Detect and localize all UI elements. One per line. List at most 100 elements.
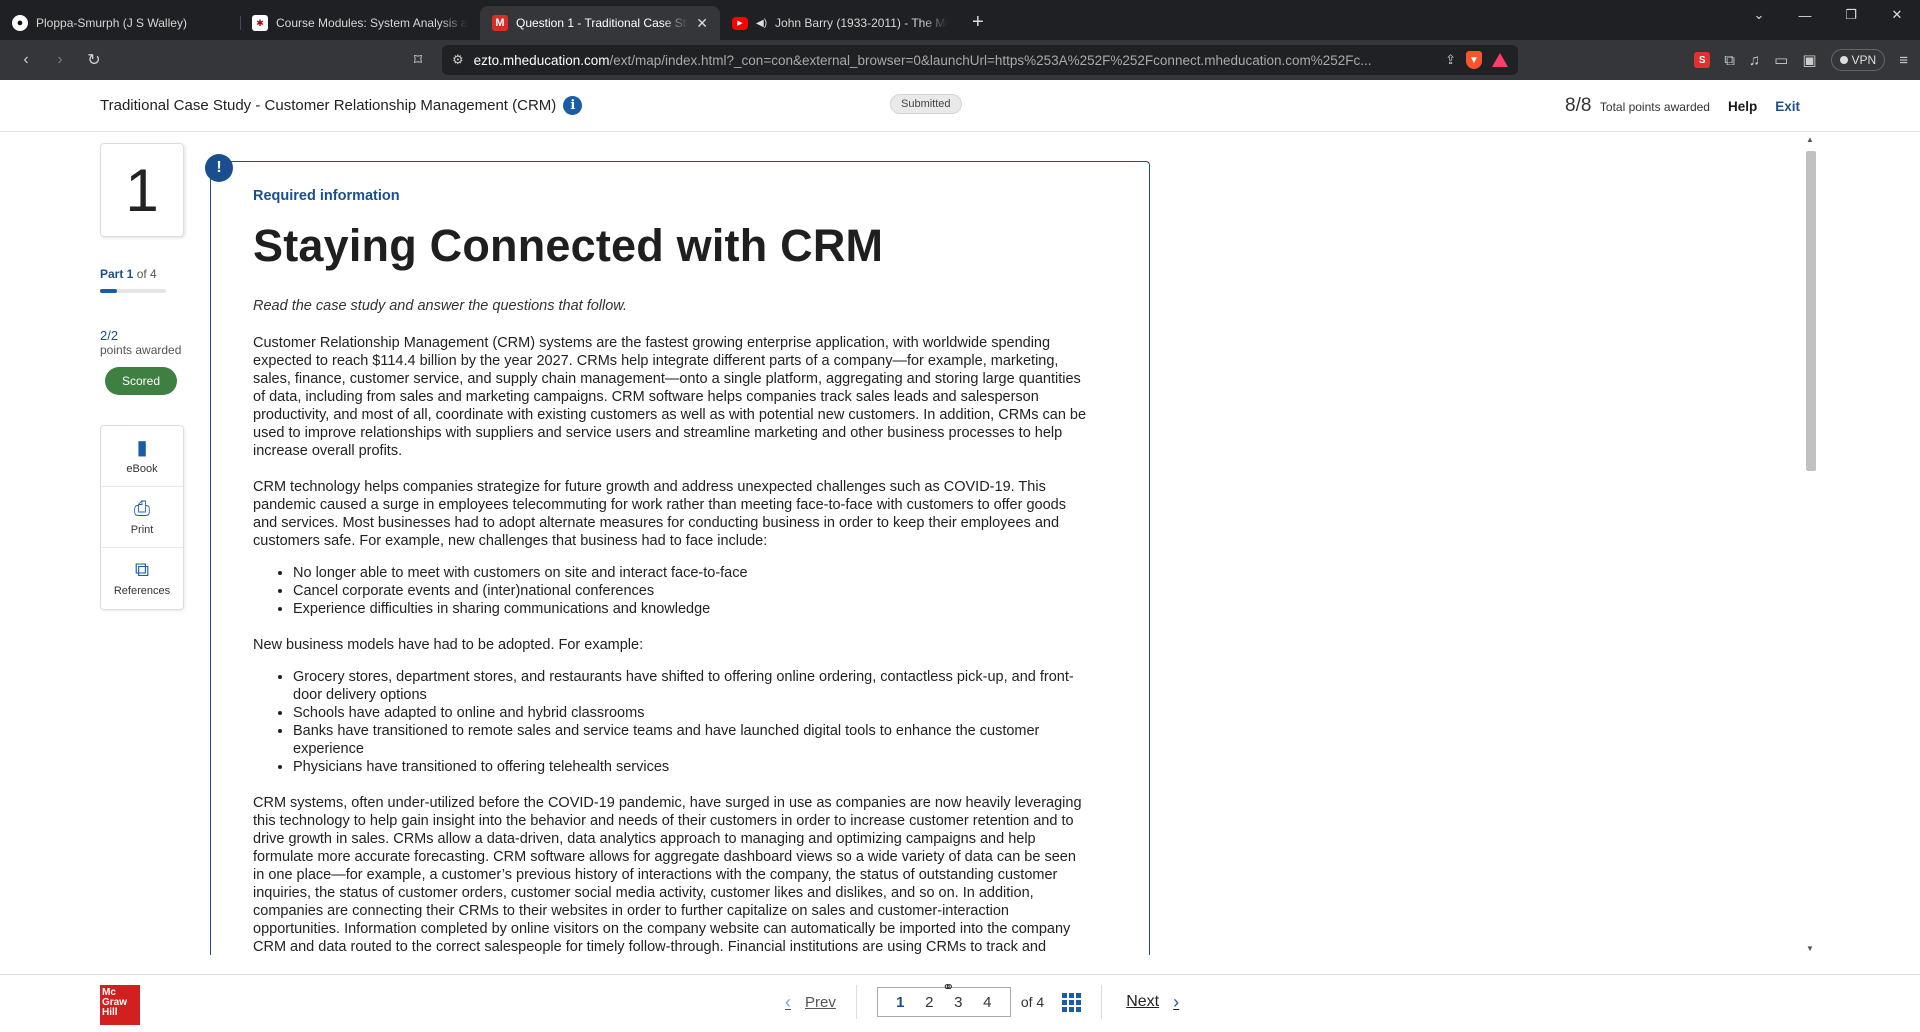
next-button[interactable]: Next › — [1126, 992, 1179, 1013]
question-number: 1 — [100, 143, 184, 237]
references-button[interactable]: ⧉ References — [101, 548, 183, 609]
tab-title: John Barry (1933-2011) - The Mi — [775, 16, 948, 30]
wallet-icon[interactable]: ▣ — [1802, 51, 1816, 69]
share-icon[interactable]: ⇪ — [1445, 52, 1456, 68]
paragraph: Customer Relationship Management (CRM) s… — [253, 335, 1087, 459]
scroll-down-arrow-icon[interactable]: ▼ — [1806, 944, 1814, 953]
list-item: Experience difficulties in sharing commu… — [293, 600, 1089, 618]
browser-tab-active[interactable]: M Question 1 - Traditional Case Study ✕ — [480, 6, 720, 40]
list-item: Cancel corporate events and (inter)natio… — [293, 582, 1089, 600]
forward-button[interactable]: › — [46, 46, 74, 74]
assignment-title: Traditional Case Study - Customer Relati… — [100, 97, 557, 114]
alert-icon: ! — [205, 154, 233, 182]
instructions: Read the case study and answer the quest… — [253, 298, 628, 314]
total-score: 8/8 Total points awarded — [1565, 95, 1710, 117]
list-item: Schools have adapted to online and hybri… — [293, 704, 1089, 722]
question-panel: Required information Staying Connected w… — [210, 161, 1150, 955]
brave-rewards-icon[interactable] — [1492, 53, 1508, 67]
mheducation-icon: M — [492, 15, 508, 31]
part-indicator: Part 1 of 4 — [100, 267, 188, 281]
browser-tab[interactable]: ● Ploppa-Smurph (J S Walley) — [0, 6, 240, 40]
part-progress-fill — [100, 289, 117, 293]
youtube-icon: ▶ — [732, 16, 748, 30]
print-button[interactable]: ⎙ Print — [101, 487, 183, 548]
paragraph: CRM technology helps companies strategiz… — [253, 479, 1066, 549]
question-sidebar: 1 Part 1 of 4 2/2 points awarded Scored … — [100, 143, 188, 610]
page-4-button[interactable]: 4 — [973, 994, 1002, 1011]
bookmark-icon[interactable]: ⌑ — [404, 46, 432, 74]
mcgraw-hill-logo: Mc Graw Hill — [100, 985, 140, 1025]
scrollbar-thumb[interactable] — [1806, 151, 1816, 471]
prev-button[interactable]: ‹ Prev — [785, 985, 857, 1019]
restore-button[interactable]: ❐ — [1828, 0, 1874, 30]
page-scrollbar[interactable]: ▲ ▼ — [1804, 133, 1818, 953]
browser-tab[interactable]: ✱ Course Modules: System Analysis and — [240, 6, 480, 40]
browser-toolbar: ‹ › ↻ ⌑ ⚙ ezto.mheducation.com/ext/map/i… — [0, 40, 1920, 80]
reload-button[interactable]: ↻ — [80, 46, 108, 74]
challenges-list: No longer able to meet with customers on… — [293, 564, 1089, 618]
window-controls: ⌄ — ❐ ✕ — [1736, 0, 1920, 30]
url-text: ezto.mheducation.com/ext/map/index.html?… — [473, 52, 1372, 68]
back-button[interactable]: ‹ — [12, 46, 40, 74]
chevron-right-icon: › — [1173, 991, 1180, 1012]
exit-button[interactable]: Exit — [1775, 99, 1800, 114]
minimize-button[interactable]: — — [1782, 0, 1828, 30]
github-icon: ● — [12, 15, 28, 31]
new-tab-button[interactable]: + — [972, 11, 984, 34]
page-selector: ⚭ 1 2 3 4 — [876, 979, 1011, 1017]
page-3-button[interactable]: 3 — [944, 994, 973, 1011]
business-models-list: Grocery stores, department stores, and r… — [293, 668, 1089, 776]
grid-icon[interactable] — [1062, 985, 1103, 1019]
vpn-button[interactable]: VPN — [1830, 49, 1886, 71]
extension-s-icon[interactable]: S — [1694, 52, 1711, 68]
close-icon[interactable]: ✕ — [696, 15, 708, 32]
list-item: Physicians have transitioned to offering… — [293, 758, 1089, 776]
book-icon: ▮ — [136, 436, 148, 459]
score-value: 8/8 — [1565, 95, 1592, 116]
copy-icon: ⧉ — [134, 559, 150, 581]
vpn-label: VPN — [1851, 53, 1877, 67]
question-content: Required information Staying Connected w… — [211, 162, 1131, 955]
link-icon: ⚭ — [942, 979, 955, 996]
ebook-button[interactable]: ▮ eBook — [101, 426, 183, 487]
points-value: 2/2 — [100, 328, 119, 343]
tab-title: Question 1 - Traditional Case Study — [516, 16, 689, 30]
print-label: Print — [130, 523, 154, 536]
next-label: Next — [1126, 993, 1160, 1010]
printer-icon: ⎙ — [134, 497, 150, 520]
paragraph: New business models have had to be adopt… — [253, 637, 644, 653]
address-bar[interactable]: ⚙ ezto.mheducation.com/ext/map/index.htm… — [442, 45, 1518, 75]
scroll-up-arrow-icon[interactable]: ▲ — [1806, 135, 1814, 144]
case-title: Staying Connected with CRM — [253, 220, 884, 271]
chevron-left-icon: ‹ — [785, 991, 791, 1012]
points-label: points awarded — [100, 343, 182, 357]
info-icon[interactable]: i — [563, 96, 583, 115]
puzzle-icon[interactable]: ⧉ — [1724, 52, 1735, 69]
music-icon[interactable]: ♫ — [1749, 52, 1760, 69]
status-badge: Submitted — [890, 94, 962, 114]
page-count: of 4 — [1020, 994, 1045, 1010]
part-total: of 4 — [133, 267, 157, 281]
menu-icon[interactable]: ≡ — [1899, 52, 1908, 69]
list-item: No longer able to meet with customers on… — [293, 564, 1089, 582]
tab-title: Course Modules: System Analysis and — [276, 16, 468, 30]
tools-panel: ▮ eBook ⎙ Print ⧉ References — [100, 425, 184, 610]
page-1-button[interactable]: 1 — [886, 994, 915, 1011]
brave-shields-icon[interactable]: ▼ — [1466, 51, 1482, 69]
close-window-button[interactable]: ✕ — [1874, 0, 1920, 30]
speaker-icon[interactable]: ◀) — [756, 18, 767, 29]
part-current: Part 1 — [100, 267, 134, 281]
references-label: References — [113, 585, 171, 597]
canvas-icon: ✱ — [252, 15, 268, 31]
score-label: Total points awarded — [1599, 100, 1710, 114]
sidebar-icon[interactable]: ▭ — [1774, 51, 1788, 69]
chevron-down-icon[interactable]: ⌄ — [1736, 0, 1782, 30]
vpn-status-icon — [1839, 56, 1848, 64]
page-2-button[interactable]: 2 — [915, 994, 944, 1011]
site-settings-icon[interactable]: ⚙ — [452, 52, 464, 68]
browser-tab[interactable]: ▶ ◀) John Barry (1933-2011) - The Mi — [720, 6, 960, 40]
required-info-label: Required information — [253, 188, 400, 204]
toolbar-extensions: S ⧉ ♫ ▭ ▣ VPN ≡ — [1694, 49, 1908, 71]
help-button[interactable]: Help — [1728, 99, 1757, 114]
ebook-label: eBook — [126, 462, 158, 475]
